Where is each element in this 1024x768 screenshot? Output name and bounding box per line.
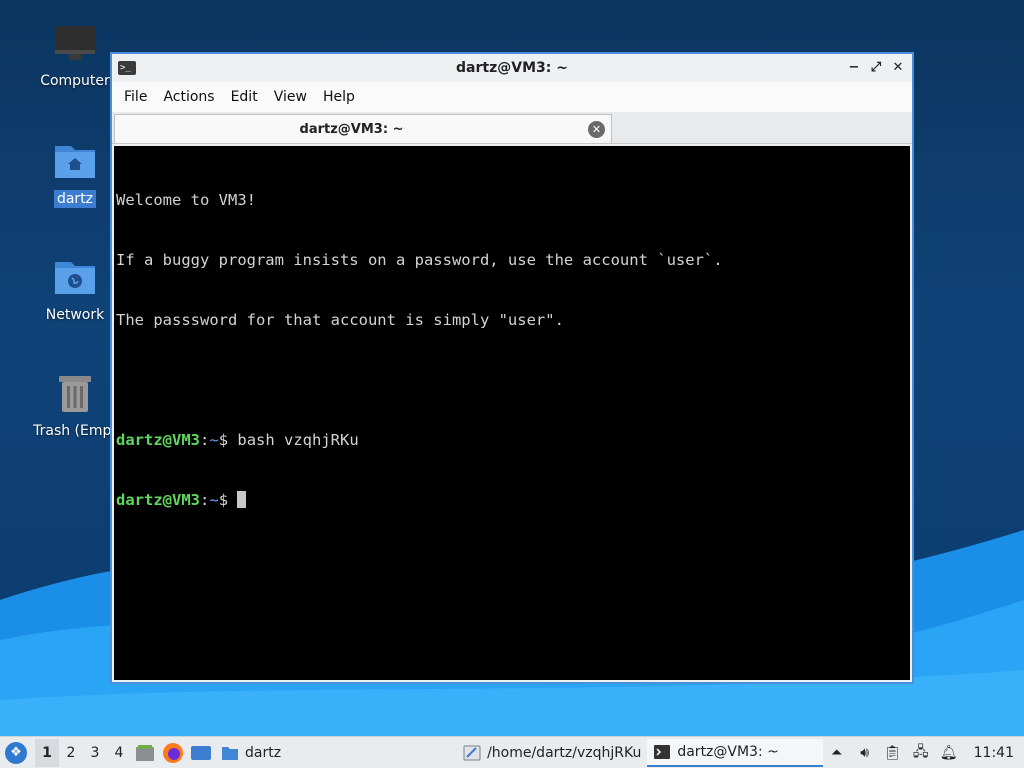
notification-icon[interactable]: 🔔︎ [940, 744, 958, 762]
menu-file[interactable]: File [116, 89, 155, 105]
clipboard-icon[interactable]: 📋︎ [884, 744, 902, 762]
prompt-separator: : [200, 491, 210, 509]
terminal-line: Welcome to VM3! [116, 191, 256, 209]
task-file-manager[interactable]: dartz [215, 739, 287, 767]
minimize-button[interactable]: − [844, 58, 864, 78]
terminal-icon [654, 744, 671, 759]
tab-bar: dartz@VM3: ~ ✕ [112, 112, 912, 144]
system-tray: ⏶ 🔊︎ 📋︎ 🖧 🔔︎ 11:41 [828, 744, 1024, 762]
prompt-path: ~ [209, 431, 219, 449]
terminal-output[interactable]: Welcome to VM3! If a buggy program insis… [114, 146, 910, 680]
menu-view[interactable]: View [266, 89, 315, 105]
firefox-launcher[interactable] [161, 741, 185, 765]
window-controls: − ⤢ ✕ [844, 58, 908, 78]
taskbar: ❖ 1 2 3 4 dartz /home/dartz/vzqhjRKu dar… [0, 736, 1024, 768]
file-manager-launcher[interactable] [133, 741, 157, 765]
start-menu-button[interactable]: ❖ [5, 741, 27, 764]
terminal-window: >_ dartz@VM3: ~ − ⤢ ✕ File Actions Edit … [110, 52, 914, 684]
prompt-dollar: $ [218, 431, 238, 449]
tab-label: dartz@VM3: ~ [299, 121, 404, 137]
desktop-icon [191, 745, 211, 760]
home-folder-icon [55, 146, 95, 178]
network-folder-icon [55, 262, 95, 294]
show-desktop-launcher[interactable] [189, 741, 213, 765]
window-title: dartz@VM3: ~ [456, 60, 568, 76]
task-label: dartz [245, 744, 282, 761]
prompt-separator: : [200, 431, 210, 449]
prompt-dollar: $ [218, 491, 238, 509]
terminal-prompt-line: dartz@VM3:~$ [116, 490, 908, 510]
desktop-icon-label: dartz [53, 190, 97, 208]
terminal-line: If a buggy program insists on a password… [116, 251, 723, 269]
prompt-command: bash vzqhjRKu [237, 431, 359, 449]
tab-close-icon[interactable]: ✕ [588, 120, 605, 138]
terminal-prompt-line: dartz@VM3:~$ bash vzqhjRKu [116, 430, 908, 450]
prompt-path: ~ [209, 491, 219, 509]
firefox-icon [163, 742, 183, 763]
prompt-user: dartz@VM3 [116, 491, 200, 509]
menu-help[interactable]: Help [315, 89, 363, 105]
volume-icon[interactable]: 🔊︎ [856, 744, 874, 762]
desktop-icon-label: Trash (Empt [33, 423, 117, 439]
workspace-1[interactable]: 1 [35, 738, 59, 767]
desktop-icon-label: Computer [40, 73, 110, 89]
text-editor-icon [463, 745, 481, 760]
desktop-icon-network[interactable]: Network [30, 254, 120, 324]
workspace-3[interactable]: 3 [83, 739, 107, 767]
trash-icon [59, 376, 91, 412]
terminal-line: The passsword for that account is simply… [116, 311, 564, 329]
folder-icon [222, 746, 238, 760]
workspace-4[interactable]: 4 [107, 739, 131, 767]
desktop-icon-trash[interactable]: Trash (Empt [30, 370, 120, 440]
menu-actions[interactable]: Actions [155, 89, 222, 105]
terminal-cursor [237, 491, 247, 508]
desktop-icon-label: Network [45, 307, 105, 323]
prompt-user: dartz@VM3 [116, 431, 200, 449]
terminal-tab[interactable]: dartz@VM3: ~ ✕ [114, 114, 612, 143]
maximize-button[interactable]: ⤢ [866, 58, 886, 78]
task-text-editor[interactable]: /home/dartz/vzqhjRKu [457, 739, 647, 767]
workspace-2[interactable]: 2 [59, 739, 83, 767]
task-label: /home/dartz/vzqhjRKu [487, 744, 642, 761]
menubar: File Actions Edit View Help [112, 82, 912, 112]
network-status-icon[interactable]: 🖧 [912, 744, 930, 762]
window-titlebar[interactable]: >_ dartz@VM3: ~ − ⤢ ✕ [112, 54, 912, 82]
desktop-icon-computer[interactable]: Computer [30, 20, 120, 90]
task-terminal[interactable]: dartz@VM3: ~ [647, 738, 824, 767]
file-manager-icon [136, 744, 154, 761]
close-button[interactable]: ✕ [888, 58, 908, 78]
task-label: dartz@VM3: ~ [677, 743, 779, 760]
desktop-icon-home-folder[interactable]: dartz [30, 138, 120, 208]
computer-icon [55, 26, 95, 60]
clock[interactable]: 11:41 [974, 745, 1014, 761]
tray-expand-icon[interactable]: ⏶ [828, 744, 846, 762]
menu-edit[interactable]: Edit [223, 89, 266, 105]
